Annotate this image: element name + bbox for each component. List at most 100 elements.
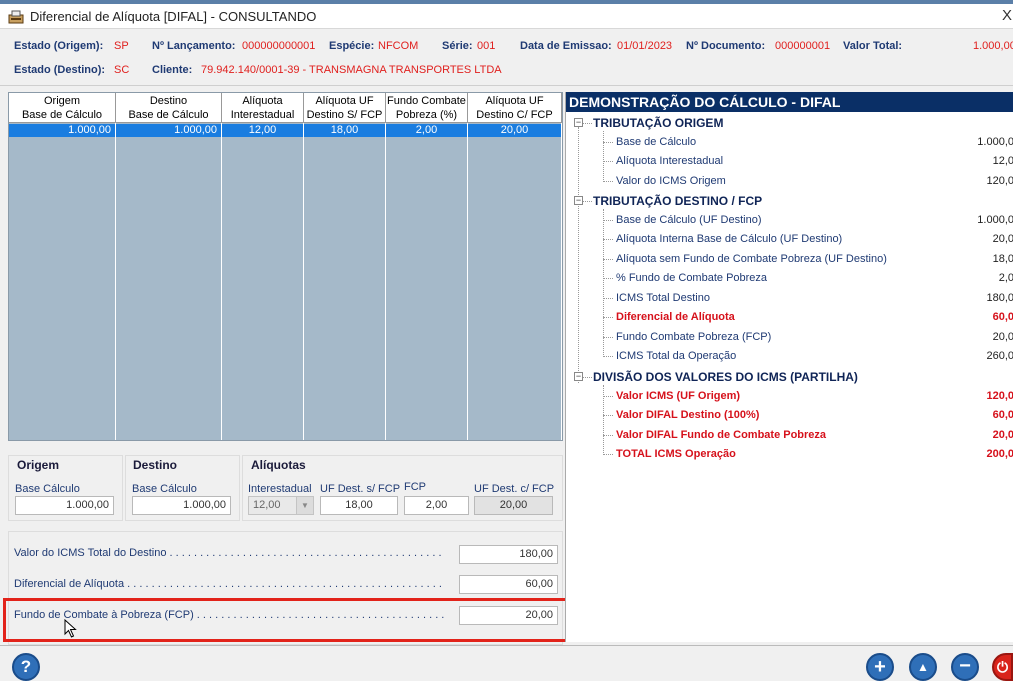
grid-cell[interactable]: 1.000,00 [9,124,116,137]
estado-origem-label: Estado (Origem): [14,40,104,52]
tree-line [603,298,613,299]
section-tributacao-destino[interactable]: TRIBUTAÇÃO DESTINO / FCP [593,194,762,208]
estado-origem-value: SP [114,40,129,52]
tree-item: % Fundo de Combate Pobreza [616,272,768,284]
tree-item-highlight: Diferencial de Alíquota [616,311,735,323]
collapse-icon[interactable]: − [574,372,583,381]
tree-line [603,161,613,162]
valor-total-label: Valor Total: [843,40,903,52]
tree-value: 1.000,0 [977,214,1013,226]
grid-cell[interactable]: 20,00 [468,124,562,137]
collapse-icon[interactable]: − [574,118,583,127]
tree-value: 1.000,0 [977,136,1013,148]
emissao-value: 01/01/2023 [617,40,673,52]
section-partilha[interactable]: DIVISÃO DOS VALORES DO ICMS (PARTILHA) [593,370,858,384]
lancamento-value: 000000000001 [242,40,316,52]
tree-value-highlight: 60,0 [992,311,1013,323]
section-tributacao-origem[interactable]: TRIBUTAÇÃO ORIGEM [593,116,723,130]
grid-header-uf-destino-cfcp[interactable]: Alíquota UF Destino C/ FCP [468,93,562,123]
chevron-down-icon[interactable]: ▼ [296,497,313,514]
tree-line [603,259,613,260]
close-icon[interactable]: X [1002,7,1012,24]
tree-line [583,201,592,202]
fcp-input[interactable]: 2,00 [404,496,469,515]
app-icon [8,10,24,24]
estado-destino-value: SC [114,64,130,76]
emissao-label: Data de Emissao: [520,40,612,52]
tree-line [603,454,613,455]
tree-item: Fundo Combate Pobreza (FCP) [616,331,772,343]
lancamento-label: Nº Lançamento: [152,40,236,52]
tree-line [603,396,613,397]
tree-line [603,356,613,357]
uf-dest-sfcp-input[interactable]: 18,00 [320,496,398,515]
tree-item-highlight: Valor ICMS (UF Origem) [616,390,741,402]
minus-icon[interactable]: − [951,653,979,681]
tree-item: Base de Cálculo (UF Destino) [616,214,762,226]
title-bar: Diferencial de Alíquota [DIFAL] - CONSUL… [0,4,1013,29]
origem-title: Origem [17,458,60,472]
tree-value: 20,0 [992,331,1013,343]
tree-value: 2,0 [998,272,1013,284]
grid-header-origem[interactable]: Origem Base de Cálculo [9,93,116,123]
tree-value: 120,0 [986,175,1013,187]
tree-item: Valor do ICMS Origem [616,175,726,187]
power-icon[interactable]: ⏻ [992,653,1013,681]
tree-value-highlight: 60,0 [992,409,1013,421]
grid-cell[interactable]: 2,00 [386,124,468,137]
collapse-icon[interactable]: − [574,196,583,205]
uf-dest-sfcp-label: UF Dest. s/ FCP [320,483,401,495]
interestadual-label: Interestadual [248,483,312,495]
origem-base-input[interactable]: 1.000,00 [15,496,114,515]
tree-line [603,209,604,357]
grid-header-uf-destino-sfcp[interactable]: Alíquota UF Destino S/ FCP [304,93,386,123]
documento-value: 000000001 [775,40,831,52]
tree-line [603,435,613,436]
difal-label: Diferencial de Alíquota . . . . . . . . … [14,578,444,590]
tree-line [583,377,592,378]
grid-header-destino[interactable]: Destino Base de Cálculo [116,93,222,123]
destino-base-input[interactable]: 1.000,00 [132,496,231,515]
tree-line [603,142,613,143]
demonstracao-panel: DEMONSTRAÇÃO DO CÁLCULO - DIFAL − TRIBUT… [565,92,1013,642]
help-icon[interactable]: ? [12,653,40,681]
bottom-toolbar [0,645,1013,676]
tree-line [603,337,613,338]
highlight-box [3,598,568,642]
grid-cell[interactable]: 12,00 [222,124,304,137]
grid-column [9,93,116,440]
grid-cell[interactable]: 18,00 [304,124,386,137]
grid-column [222,93,304,440]
grid-column [468,93,562,440]
grid-column [304,93,386,440]
window-title: Diferencial de Alíquota [DIFAL] - CONSUL… [30,9,317,24]
tree-value-highlight: 120,0 [986,390,1013,402]
interestadual-select[interactable]: 12,00 ▼ [248,496,314,515]
tree-line [603,317,613,318]
aliquotas-title: Alíquotas [251,458,306,472]
grid-header-fcp[interactable]: Fundo Combate Pobreza (%) [386,93,468,123]
aliquota-grid[interactable]: Origem Base de Cálculo Destino Base de Cál… [8,92,563,441]
tree-line [603,220,613,221]
tree-item-highlight: Valor DIFAL Destino (100%) [616,409,760,421]
tree-line [578,127,579,383]
especie-value: NFCOM [378,40,419,52]
uf-dest-cfcp-input: 20,00 [474,496,553,515]
plus-icon[interactable]: + [866,653,894,681]
grid-header-aliquota-interestadual[interactable]: Alíquota Interestadual [222,93,304,123]
tree-line [603,239,613,240]
serie-label: Série: [442,40,473,52]
tree-value-highlight: 20,0 [992,429,1013,441]
especie-label: Espécie: [329,40,375,52]
up-icon[interactable]: ▲ [909,653,937,681]
total-destino-label: Valor do ICMS Total do Destino . . . . .… [14,547,444,559]
grid-cell[interactable]: 1.000,00 [116,124,222,137]
destino-base-label: Base Cálculo [132,483,197,495]
tree-line [603,278,613,279]
difal-input: 60,00 [459,575,558,594]
tree-item: Alíquota Interna Base de Cálculo (UF Des… [616,233,843,245]
tree-item: Alíquota sem Fundo de Combate Pobreza (U… [616,253,887,265]
uf-dest-cfcp-label: UF Dest. c/ FCP [474,483,555,495]
grid-column [386,93,468,440]
valor-total-value: 1.000,00 [973,40,1013,52]
